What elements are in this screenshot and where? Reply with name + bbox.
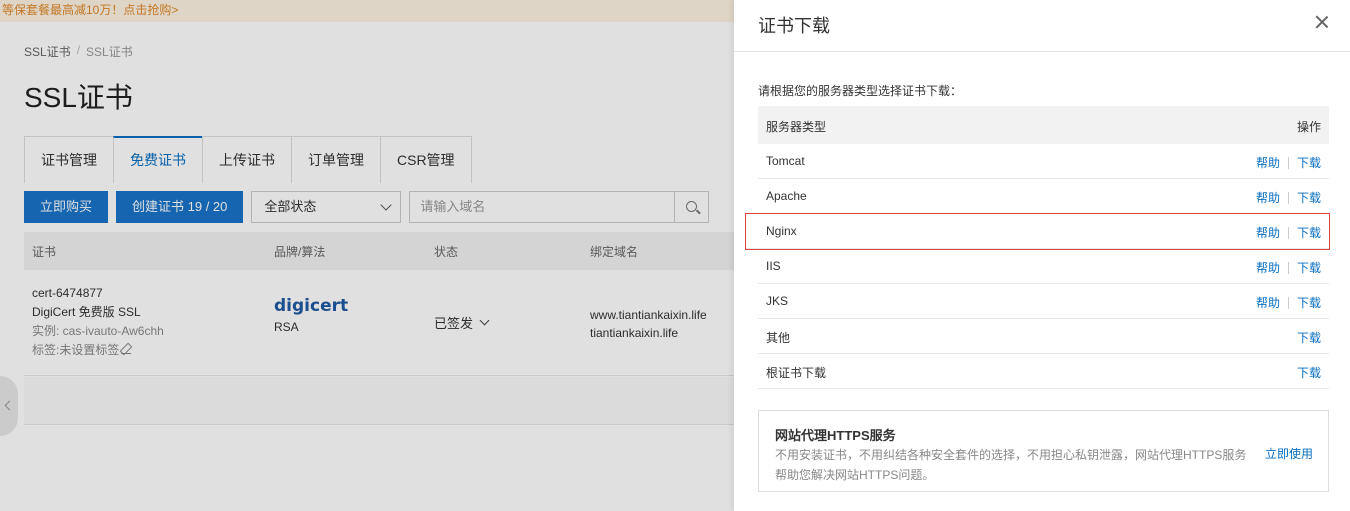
help-link[interactable]: 帮助 bbox=[1256, 294, 1280, 311]
drawer-header: 证书下载 bbox=[734, 0, 1350, 52]
row-actions: 帮助 下载 bbox=[1256, 154, 1321, 171]
column-header-server-type: 服务器类型 bbox=[766, 120, 827, 134]
cert-download-drawer: 证书下载 请根据您的服务器类型选择证书下载： 服务器类型 操作 Tomcat 帮… bbox=[734, 0, 1350, 511]
server-row-jks: JKS 帮助 下载 bbox=[758, 284, 1329, 319]
drawer-description: 请根据您的服务器类型选择证书下载： bbox=[758, 84, 963, 98]
help-link[interactable]: 帮助 bbox=[1256, 154, 1280, 171]
close-icon[interactable] bbox=[1314, 14, 1330, 30]
download-link[interactable]: 下载 bbox=[1297, 294, 1321, 311]
modal-overlay[interactable] bbox=[0, 0, 734, 511]
row-actions: 帮助 下载 bbox=[1256, 189, 1321, 206]
server-type-table: 服务器类型 操作 Tomcat 帮助 下载 Apache 帮助 下载 Nginx 帮… bbox=[745, 106, 1330, 389]
server-row-nginx: Nginx 帮助 下载 bbox=[745, 213, 1330, 250]
help-link[interactable]: 帮助 bbox=[1256, 224, 1280, 241]
download-link[interactable]: 下载 bbox=[1297, 259, 1321, 276]
server-name: IIS bbox=[766, 259, 781, 273]
server-row-root-cert: 根证书下载 下载 bbox=[758, 354, 1329, 389]
help-link[interactable]: 帮助 bbox=[1256, 259, 1280, 276]
promo-description: 不用安装证书，不用纠结各种安全套件的选择，不用担心私钥泄露，网站代理HTTPS服… bbox=[775, 448, 1247, 482]
server-row-apache: Apache 帮助 下载 bbox=[758, 179, 1329, 214]
promo-title: 网站代理HTTPS服务 bbox=[775, 428, 896, 443]
row-actions: 帮助 下载 bbox=[1256, 259, 1321, 276]
server-name: 根证书下载 bbox=[766, 366, 827, 380]
row-actions: 下载 bbox=[1297, 364, 1321, 381]
server-name: Apache bbox=[766, 189, 807, 203]
download-link[interactable]: 下载 bbox=[1297, 224, 1321, 241]
server-row-tomcat: Tomcat 帮助 下载 bbox=[758, 144, 1329, 179]
https-proxy-promo: 网站代理HTTPS服务 不用安装证书，不用纠结各种安全套件的选择，不用担心私钥泄… bbox=[758, 410, 1329, 492]
download-link[interactable]: 下载 bbox=[1297, 364, 1321, 381]
help-link[interactable]: 帮助 bbox=[1256, 189, 1280, 206]
server-name: Tomcat bbox=[766, 154, 805, 168]
server-name: JKS bbox=[766, 294, 789, 308]
server-row-other: 其他 下载 bbox=[758, 319, 1329, 354]
row-actions: 帮助 下载 bbox=[1256, 294, 1321, 311]
server-name: Nginx bbox=[766, 224, 797, 238]
drawer-title: 证书下载 bbox=[758, 16, 830, 36]
row-actions: 下载 bbox=[1297, 329, 1321, 346]
download-link[interactable]: 下载 bbox=[1297, 329, 1321, 346]
server-row-iis: IIS 帮助 下载 bbox=[758, 249, 1329, 284]
row-actions: 帮助 下载 bbox=[1256, 224, 1321, 241]
server-name: 其他 bbox=[766, 331, 791, 345]
use-now-link[interactable]: 立即使用 bbox=[1265, 445, 1313, 462]
download-link[interactable]: 下载 bbox=[1297, 189, 1321, 206]
server-table-header: 服务器类型 操作 bbox=[758, 106, 1329, 144]
column-header-action: 操作 bbox=[1296, 120, 1321, 134]
download-link[interactable]: 下载 bbox=[1297, 154, 1321, 171]
